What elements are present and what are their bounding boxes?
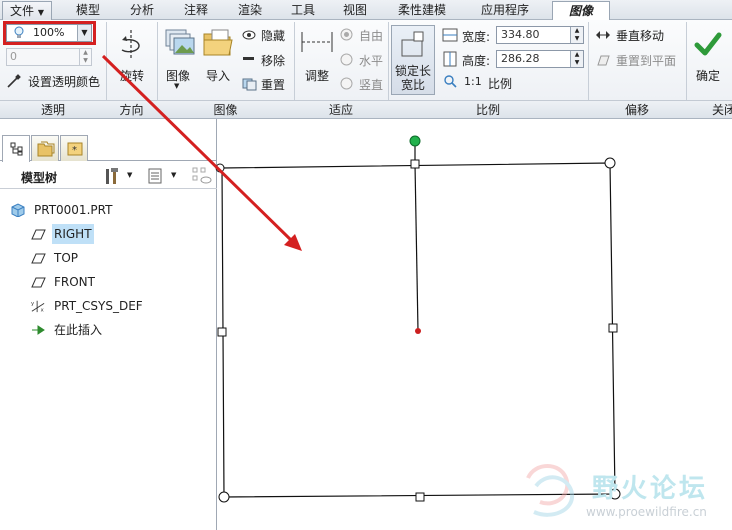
sketch-overlay xyxy=(101,54,621,517)
watermark-title: 野火论坛 xyxy=(592,474,709,504)
resize-handle-top[interactable] xyxy=(410,159,420,169)
corner-handle-top-right[interactable] xyxy=(604,157,616,169)
rotate-handle[interactable] xyxy=(409,135,421,147)
resize-handle-bottom[interactable] xyxy=(415,492,425,502)
center-point-handle[interactable] xyxy=(415,328,421,334)
annotation-arrow xyxy=(101,54,302,251)
resize-handle-left[interactable] xyxy=(217,327,227,337)
resize-handle-right[interactable] xyxy=(608,323,618,333)
watermark-logo xyxy=(526,464,575,517)
corner-handle-bottom-left[interactable] xyxy=(218,491,230,503)
image-center-line xyxy=(414,163,419,332)
watermark-url: www.proewildfire.cn xyxy=(586,505,707,519)
